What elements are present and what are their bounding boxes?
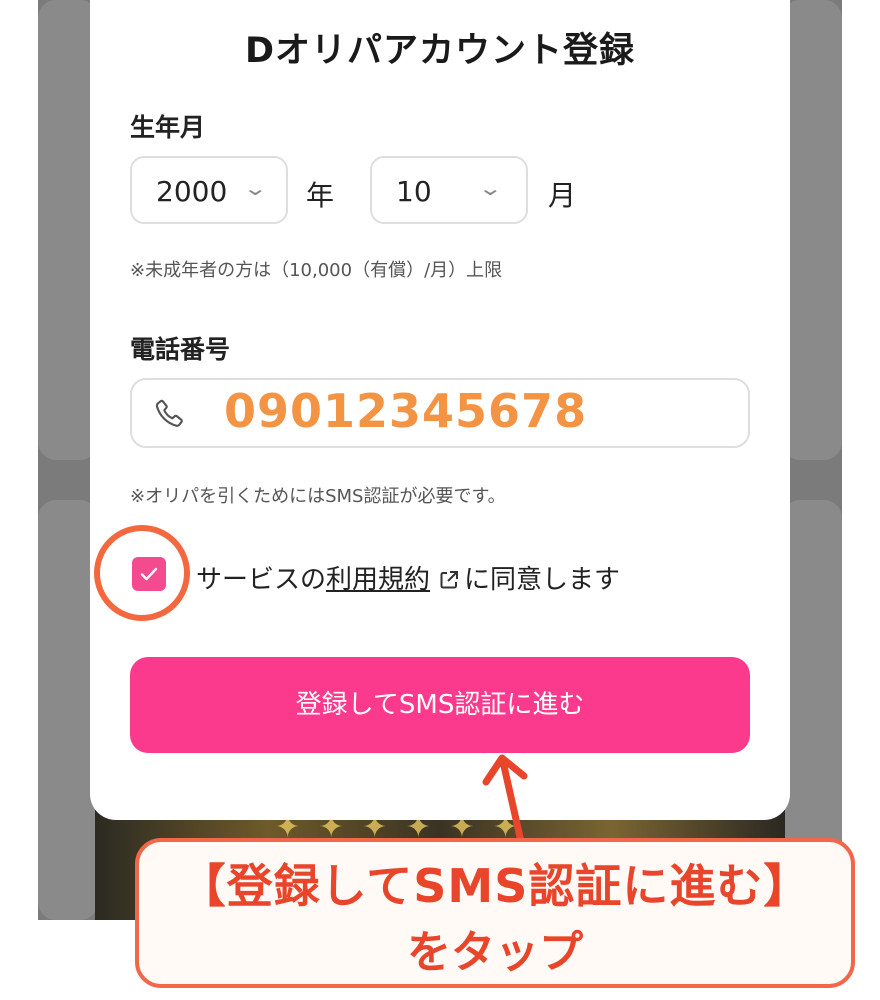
year-unit: 年 xyxy=(306,179,335,212)
background-card xyxy=(38,0,98,460)
agree-suffix: に同意します xyxy=(464,565,621,595)
external-link-icon xyxy=(438,568,460,598)
modal-title: Dオリパアカウント登録 xyxy=(244,31,636,71)
phone-label: 電話番号 xyxy=(130,335,231,364)
sms-required-note: ※オリパを引くためにはSMS認証が必要です。 xyxy=(130,486,506,507)
phone-icon xyxy=(155,399,183,427)
arrow-up-icon xyxy=(482,754,528,850)
background-card xyxy=(782,0,842,460)
agree-prefix: サービスの xyxy=(196,565,327,595)
phone-input-value: 09012345678 xyxy=(224,384,588,438)
terms-agreement: サービスの利用規約 に同意します xyxy=(196,559,620,598)
registration-modal: Dオリパアカウント登録 生年月 2000 ⌄ 年 10 ⌄ 月 ※未成年者の方は… xyxy=(90,0,790,820)
instruction-callout: 【登録してSMS認証に進む】 をタップ xyxy=(135,838,855,988)
register-sms-button[interactable]: 登録してSMS認証に進む xyxy=(130,657,750,753)
chevron-down-icon: ⌄ xyxy=(477,176,503,200)
year-select[interactable]: 2000 ⌄ xyxy=(130,156,288,224)
minor-limit-note: ※未成年者の方は（10,000（有償）/月）上限 xyxy=(130,260,503,281)
terms-link[interactable]: 利用規約 xyxy=(326,565,430,595)
birth-month-label: 生年月 xyxy=(130,113,206,142)
year-select-value: 2000 xyxy=(156,175,228,208)
month-select[interactable]: 10 ⌄ xyxy=(370,156,528,224)
background-card xyxy=(38,500,98,920)
chevron-down-icon: ⌄ xyxy=(242,176,268,200)
callout-line-2: をタップ xyxy=(407,927,583,978)
phone-input[interactable]: 09012345678 xyxy=(130,378,750,448)
month-unit: 月 xyxy=(548,179,577,212)
month-select-value: 10 xyxy=(396,175,432,208)
callout-line-1: 【登録してSMS認証に進む】 xyxy=(179,859,811,913)
checkbox-highlight-circle xyxy=(94,525,190,621)
